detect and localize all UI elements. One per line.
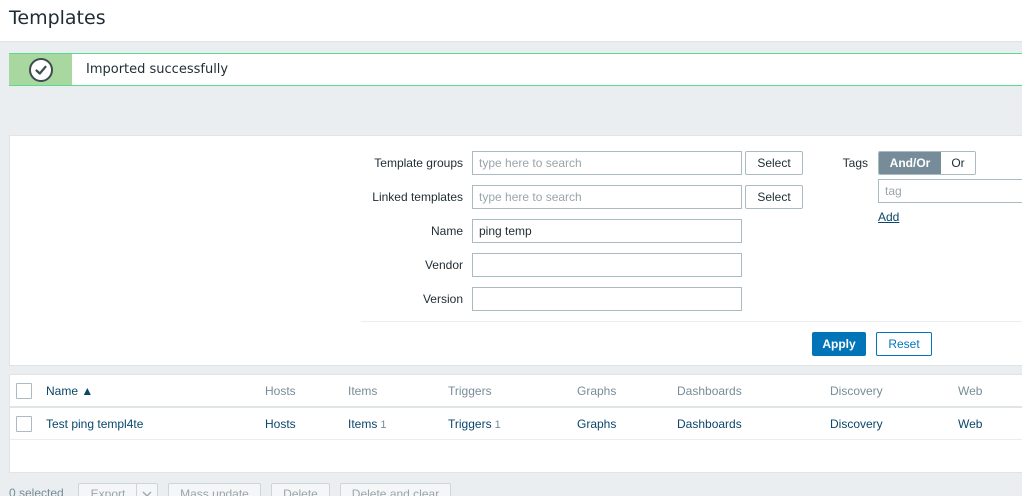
- check-circle-icon: [28, 57, 53, 82]
- column-header-items: Items: [348, 384, 378, 398]
- reset-button[interactable]: Reset: [876, 332, 932, 356]
- delete-button[interactable]: Delete: [271, 483, 330, 496]
- template-name-link[interactable]: Test ping templ4te: [46, 417, 143, 431]
- chevron-down-icon: [142, 491, 152, 496]
- triggers-count: 1: [494, 419, 501, 431]
- table-header: Name ▲ Hosts Items Triggers Graphs Dashb…: [10, 375, 1022, 408]
- success-message: Imported successfully: [9, 53, 1022, 86]
- column-header-dashboards: Dashboards: [677, 384, 742, 398]
- export-button[interactable]: Export: [78, 483, 138, 496]
- graphs-link[interactable]: Graphs: [577, 417, 616, 431]
- name-label: Name: [430, 224, 463, 238]
- items-cell: Items 1: [348, 417, 386, 431]
- tag-input[interactable]: [878, 179, 1022, 203]
- filter-divider: [361, 321, 1022, 322]
- discovery-link[interactable]: Discovery: [830, 417, 883, 431]
- column-header-name[interactable]: Name ▲: [46, 384, 93, 398]
- column-header-discovery: Discovery: [830, 384, 883, 398]
- web-link[interactable]: Web: [958, 417, 982, 431]
- triggers-cell: Triggers 1: [448, 417, 501, 431]
- row-checkbox[interactable]: [16, 416, 32, 432]
- column-header-triggers: Triggers: [448, 384, 492, 398]
- success-icon-box: [9, 54, 72, 85]
- template-groups-input[interactable]: [472, 151, 742, 175]
- template-groups-label: Template groups: [374, 156, 463, 170]
- hosts-link[interactable]: Hosts: [265, 417, 296, 431]
- filter-panel: Template groups Select Linked templates …: [9, 135, 1022, 366]
- export-dropdown-button[interactable]: [136, 483, 158, 496]
- items-count: 1: [380, 419, 387, 431]
- vendor-label: Vendor: [424, 258, 463, 272]
- add-tag-link[interactable]: Add: [878, 210, 899, 224]
- tags-andor-option[interactable]: And/Or: [879, 152, 941, 174]
- column-header-hosts: Hosts: [265, 384, 296, 398]
- version-input[interactable]: [472, 287, 742, 311]
- page-header: Templates: [0, 0, 1022, 42]
- tags-evaltype-toggle: And/Or Or: [878, 151, 976, 175]
- items-link[interactable]: Items: [348, 417, 377, 431]
- action-bar: 0 selected Export Mass update Delete Del…: [0, 480, 1022, 496]
- tags-or-option[interactable]: Or: [941, 152, 975, 174]
- templates-table: Name ▲ Hosts Items Triggers Graphs Dashb…: [9, 374, 1022, 473]
- tags-label: Tags: [842, 156, 868, 170]
- linked-templates-select-button[interactable]: Select: [745, 185, 803, 209]
- linked-templates-label: Linked templates: [372, 190, 463, 204]
- apply-button[interactable]: Apply: [812, 332, 866, 356]
- select-all-checkbox[interactable]: [16, 383, 32, 399]
- vendor-input[interactable]: [472, 253, 742, 277]
- column-header-graphs: Graphs: [577, 384, 617, 398]
- page-title: Templates: [9, 7, 106, 29]
- delete-and-clear-button[interactable]: Delete and clear: [340, 483, 451, 496]
- column-header-web: Web: [958, 384, 983, 398]
- selected-count: 0 selected: [9, 486, 64, 496]
- linked-templates-input[interactable]: [472, 185, 742, 209]
- table-row: Test ping templ4te Hosts Items 1 Triggers…: [10, 408, 1022, 440]
- mass-update-button[interactable]: Mass update: [168, 483, 261, 496]
- version-label: Version: [422, 292, 463, 306]
- name-input[interactable]: [472, 219, 742, 243]
- triggers-link[interactable]: Triggers: [448, 417, 492, 431]
- success-message-text: Imported successfully: [86, 62, 229, 77]
- dashboards-link[interactable]: Dashboards: [677, 417, 742, 431]
